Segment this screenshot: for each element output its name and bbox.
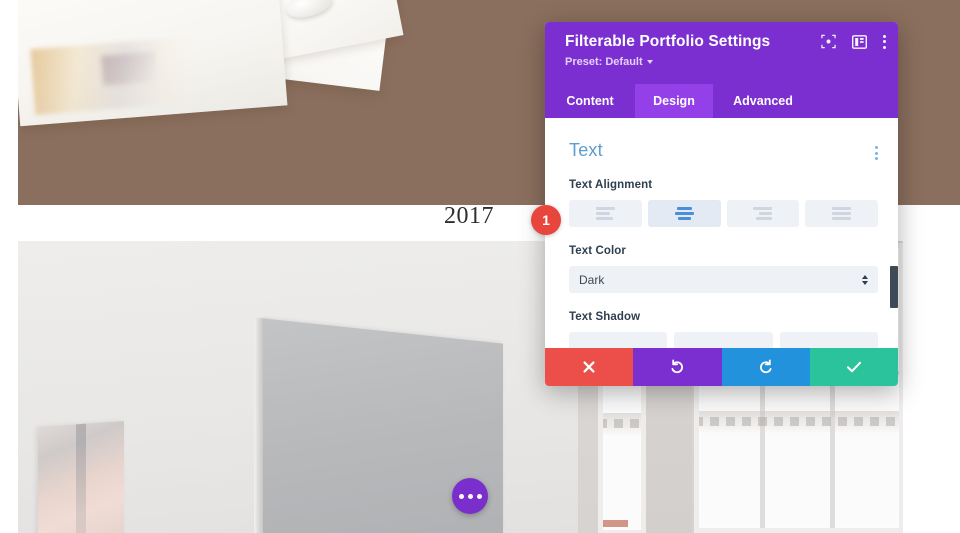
field-text-shadow: Text Shadow (569, 311, 878, 348)
modal-header: Filterable Portfolio Settings Preset: De… (545, 22, 898, 84)
kebab-menu-icon[interactable] (883, 34, 886, 49)
align-center-icon (674, 207, 694, 220)
layout-panel-icon[interactable] (852, 34, 867, 49)
align-right-button[interactable] (726, 200, 800, 227)
preset-label: Preset: Default (565, 56, 643, 69)
align-justify-icon (832, 207, 852, 220)
tab-advanced[interactable]: Advanced (713, 84, 813, 118)
chevron-updown-icon (862, 274, 868, 285)
page-right-margin (903, 241, 938, 533)
align-right-icon (753, 207, 773, 220)
text-color-label: Text Color (569, 245, 627, 257)
check-icon (846, 361, 861, 373)
chevron-down-icon (646, 60, 653, 65)
undo-button[interactable] (633, 348, 722, 386)
cancel-button[interactable] (545, 348, 634, 386)
paint-stain-secondary (101, 51, 158, 86)
artwork-small (38, 420, 124, 533)
text-shadow-preset-none[interactable] (569, 332, 668, 348)
artwork-edge (254, 317, 263, 533)
align-justify-button[interactable] (805, 200, 878, 227)
text-color-select[interactable]: Dark (569, 266, 878, 293)
align-center-button[interactable] (647, 200, 721, 227)
align-left-icon (595, 207, 615, 220)
text-section-header: Text (569, 140, 878, 161)
align-left-button[interactable] (569, 200, 642, 227)
section-title-text[interactable]: Text (569, 140, 603, 161)
tab-content[interactable]: Content (545, 84, 635, 118)
modal-body: Text Text Alignment Text Color Dark Text… (545, 118, 898, 348)
text-color-value: Dark (579, 272, 605, 287)
step-badge: 1 (531, 205, 561, 235)
tab-design[interactable]: Design (635, 84, 713, 118)
modal-header-actions (821, 34, 886, 49)
text-shadow-options (569, 332, 878, 348)
section-options-kebab-menu-icon[interactable] (875, 140, 878, 160)
text-alignment-label: Text Alignment (569, 179, 653, 191)
module-settings-modal: Filterable Portfolio Settings Preset: De… (545, 22, 898, 386)
redo-button[interactable] (721, 348, 810, 386)
screenshot-root: 2017 Filterable Portfolio Settings Prese… (0, 0, 960, 533)
expand-icon[interactable] (821, 34, 836, 49)
modal-scrollbar-thumb[interactable] (890, 266, 898, 308)
field-text-color: Text Color Dark (569, 245, 878, 293)
redo-icon (759, 359, 772, 374)
ellipsis-icon[interactable] (452, 478, 488, 514)
text-shadow-preset-2[interactable] (779, 332, 878, 348)
paper-sheet-1 (18, 0, 288, 127)
text-shadow-label: Text Shadow (569, 311, 641, 323)
text-shadow-preset-1[interactable] (674, 332, 773, 348)
close-icon (583, 361, 595, 373)
preset-selector[interactable]: Preset: Default (565, 56, 653, 68)
undo-icon (671, 359, 684, 374)
field-text-alignment: Text Alignment (569, 179, 878, 227)
modal-footer (545, 348, 898, 386)
text-alignment-options (569, 200, 878, 227)
save-button[interactable] (809, 348, 898, 386)
modal-tabs: Content Design Advanced (545, 84, 898, 118)
artwork-streak (76, 423, 86, 533)
